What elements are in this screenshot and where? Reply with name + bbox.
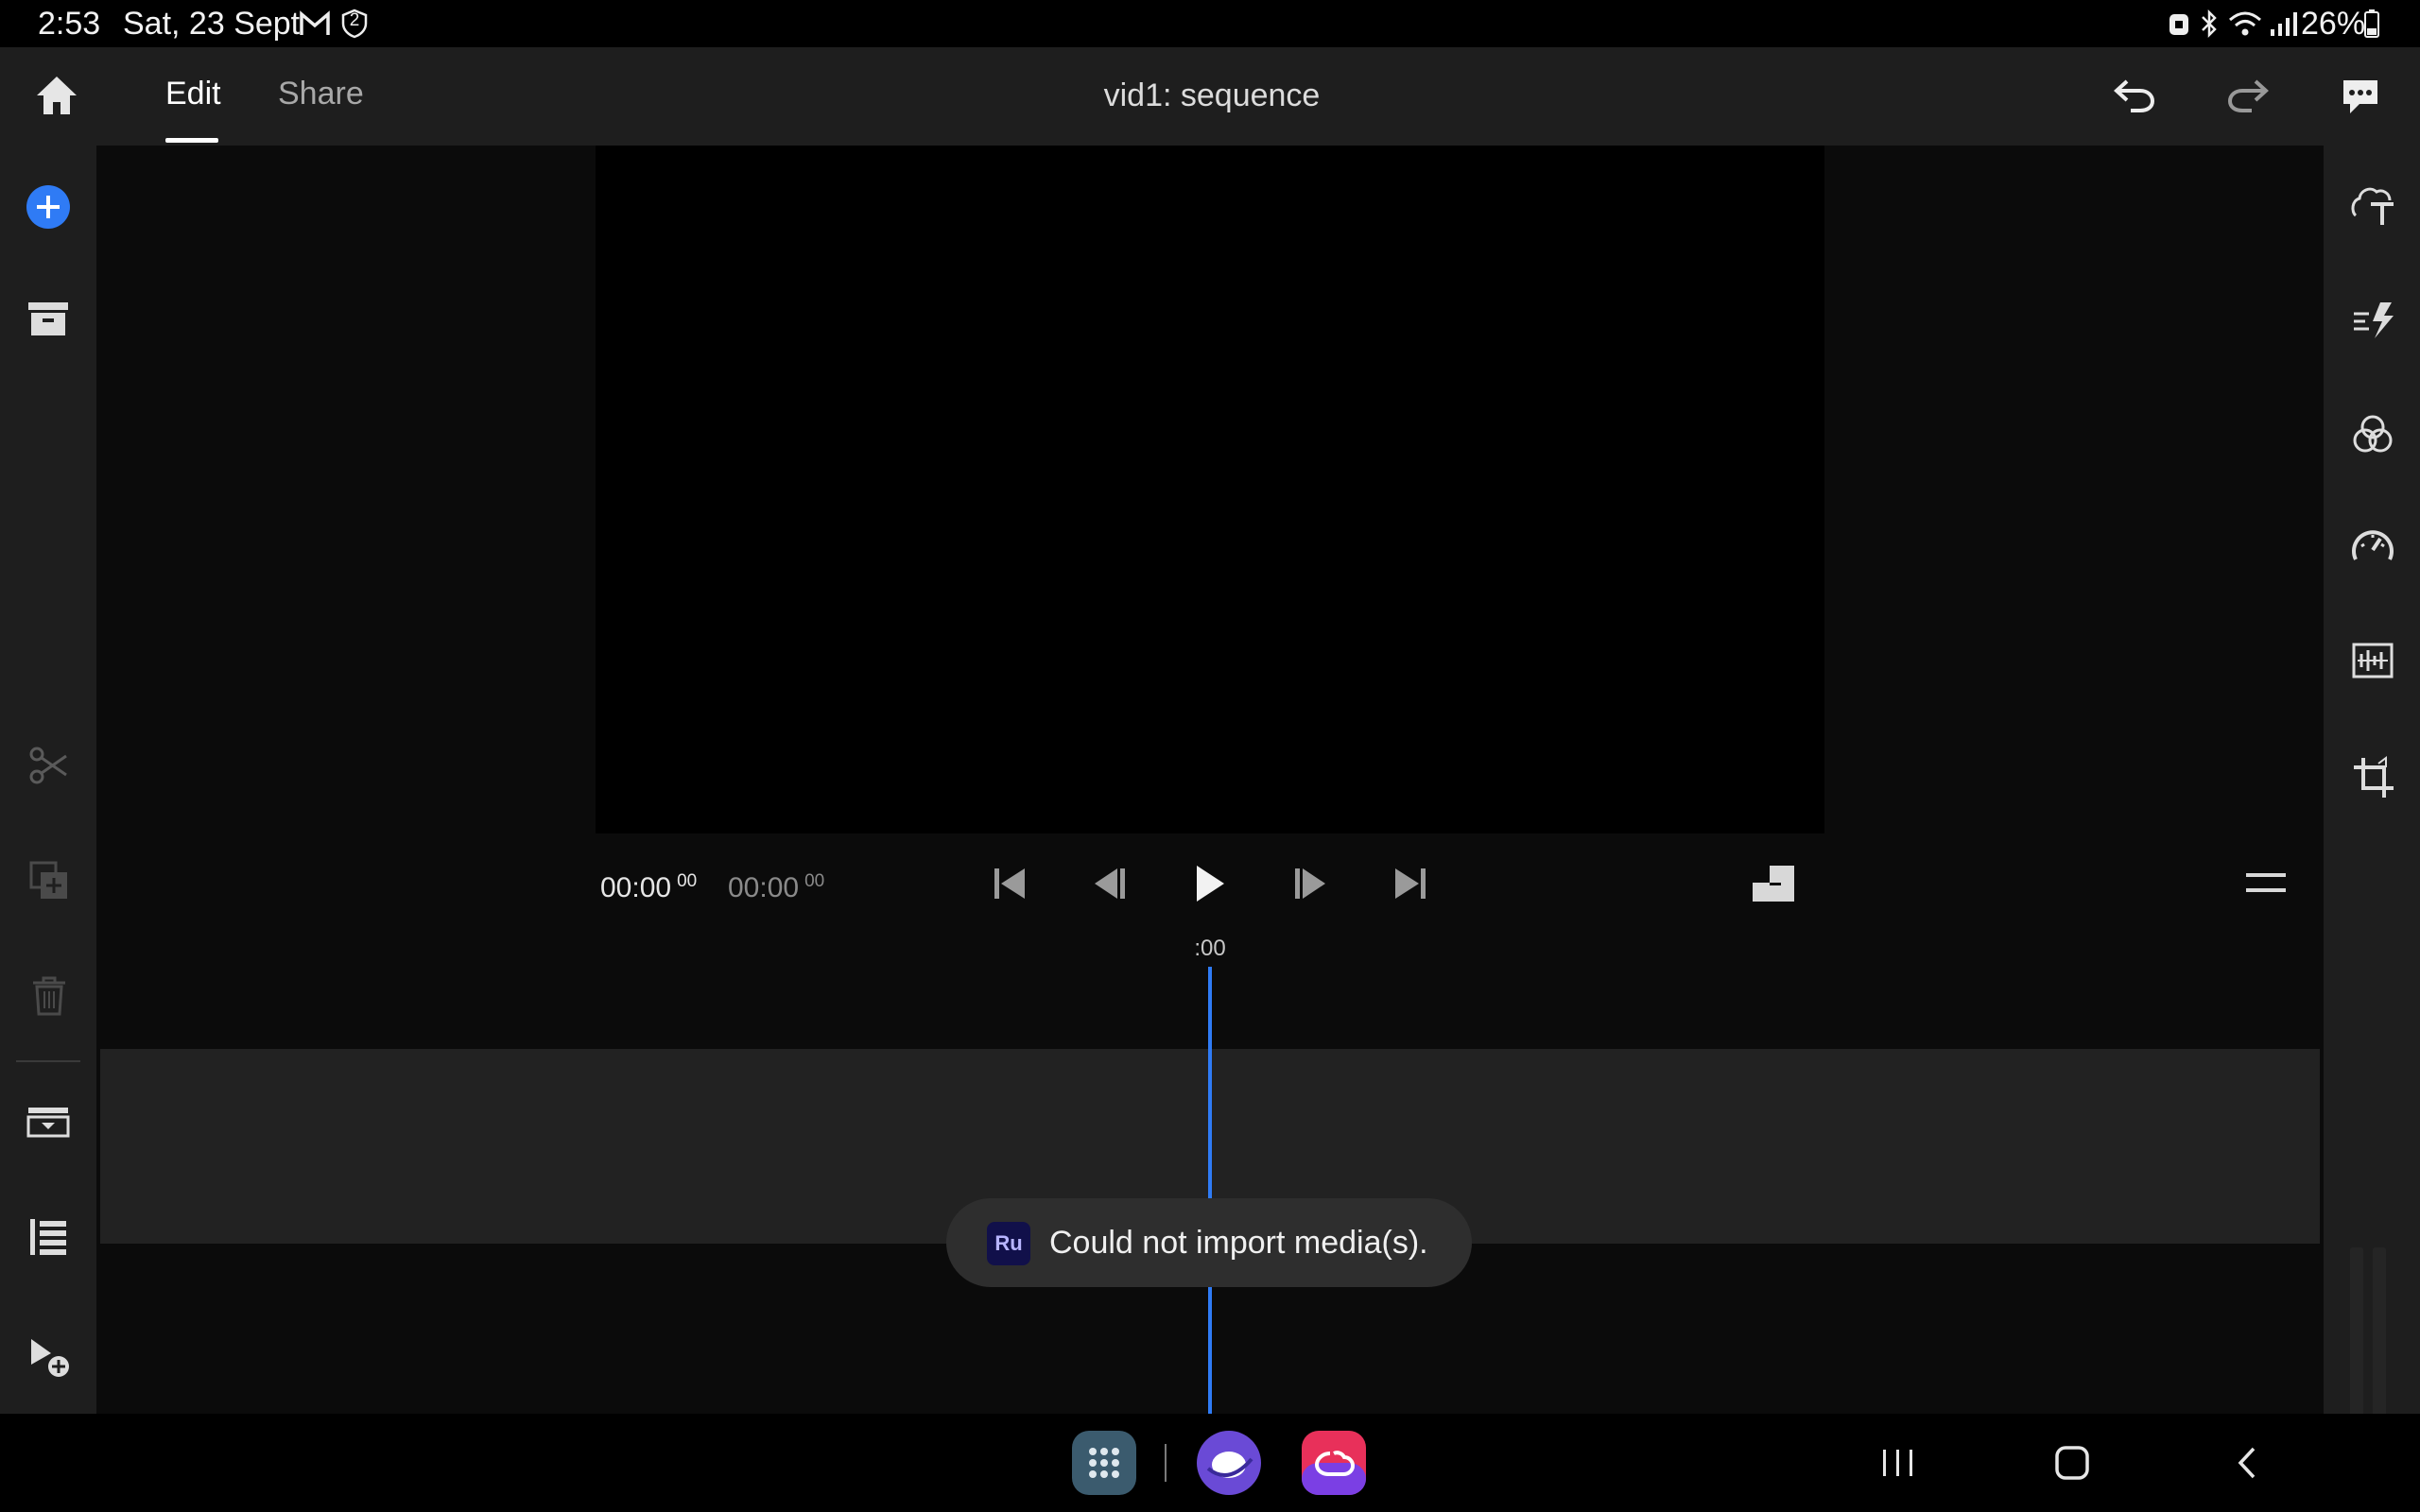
previous-frame-icon[interactable] [1091, 865, 1129, 902]
feedback-icon[interactable] [2339, 76, 2382, 117]
audio-icon[interactable] [2352, 643, 2394, 679]
track-collapse-icon[interactable] [26, 1106, 70, 1138]
tab-edit-indicator [165, 138, 218, 143]
battery-icon [2363, 9, 2380, 39]
left-toolbar-divider [16, 1060, 80, 1062]
rush-app-badge: Ru [987, 1222, 1030, 1265]
home-nav-icon[interactable] [2053, 1446, 2091, 1480]
status-time: 2:53 [38, 6, 101, 42]
right-toolbar [2324, 146, 2420, 1512]
timeline-ruler-label: :00 [1194, 936, 1226, 961]
track-list-icon[interactable] [28, 1217, 68, 1257]
battery-percent: 26% [2301, 6, 2366, 42]
title-text-icon[interactable] [2350, 181, 2397, 227]
toast-notification: Ru Could not import media(s). [946, 1198, 1472, 1287]
dock-separator [1165, 1444, 1167, 1482]
duration-time: 00:00 [728, 872, 800, 903]
aspect-ratio-icon[interactable] [1751, 864, 1796, 903]
app-drawer-icon[interactable] [1072, 1431, 1136, 1495]
sequence-title: vid1: sequence [1103, 77, 1321, 113]
color-icon[interactable] [2352, 414, 2394, 455]
duration-timecode: 00:00 00 [728, 871, 824, 904]
signal-icon [2269, 9, 2299, 39]
video-preview[interactable] [596, 146, 1824, 833]
archive-icon[interactable] [26, 301, 70, 338]
select-add-icon[interactable] [28, 1336, 72, 1380]
current-time: 00:00 [600, 872, 672, 903]
app-header: Edit Share vid1: sequence [0, 47, 2420, 146]
notification-count: 2 [349, 10, 360, 30]
skip-to-start-icon[interactable] [991, 865, 1028, 902]
next-frame-icon[interactable] [1291, 865, 1329, 902]
play-icon[interactable] [1193, 863, 1227, 904]
duplicate-icon[interactable] [28, 860, 70, 902]
transitions-icon[interactable] [2352, 301, 2395, 340]
toast-message: Could not import media(s). [1049, 1225, 1428, 1261]
skip-to-end-icon[interactable] [1392, 865, 1429, 902]
status-date: Sat, 23 Sept [123, 6, 301, 42]
menu-icon[interactable] [2246, 869, 2286, 898]
status-bar: 2:53 Sat, 23 Sept 2 26% [0, 0, 2420, 47]
home-icon[interactable] [34, 74, 79, 117]
timeline-playhead[interactable] [1208, 967, 1212, 1414]
wifi-icon [2227, 9, 2263, 39]
current-timecode: 00:00 00 [600, 871, 697, 904]
back-nav-icon[interactable] [2233, 1446, 2261, 1480]
alarm-lock-icon [2167, 9, 2191, 39]
gmail-icon [299, 9, 331, 39]
trash-icon[interactable] [30, 975, 68, 1017]
tab-share[interactable]: Share [278, 76, 364, 112]
current-frames: 00 [677, 871, 698, 891]
left-toolbar [0, 146, 96, 1414]
add-media-icon[interactable] [25, 183, 72, 231]
undo-icon[interactable] [2112, 76, 2157, 115]
tab-edit[interactable]: Edit [165, 76, 221, 112]
creative-cloud-icon[interactable] [1302, 1431, 1366, 1495]
scissors-icon[interactable] [28, 745, 70, 786]
recent-apps-icon[interactable] [1879, 1446, 1917, 1480]
duration-frames: 00 [804, 871, 825, 891]
speed-icon[interactable] [2350, 525, 2395, 563]
redo-icon[interactable] [2225, 76, 2271, 115]
bluetooth-icon [2199, 9, 2220, 39]
internet-browser-icon[interactable] [1197, 1431, 1261, 1495]
crop-icon[interactable] [2352, 756, 2395, 799]
